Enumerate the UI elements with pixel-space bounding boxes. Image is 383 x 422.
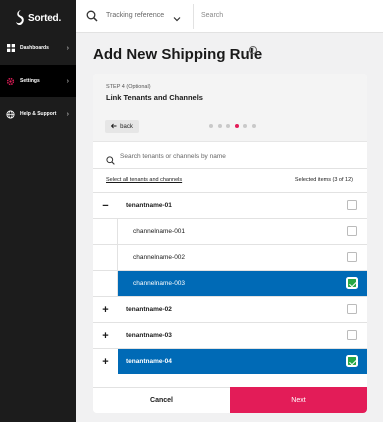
- wizard-header: STEP 4 (Optional) Link Tenants and Chann…: [93, 74, 367, 142]
- sorted-logo-icon: [16, 10, 24, 26]
- channel-row-selected[interactable]: channelname-003: [93, 270, 367, 296]
- step-label: STEP 4 (Optional): [106, 84, 151, 90]
- step-title: Link Tenants and Channels: [106, 93, 203, 102]
- step-progress: [209, 124, 260, 128]
- row-checkbox-checked[interactable]: [347, 278, 357, 288]
- tenant-label: tenantname-03: [126, 332, 172, 339]
- expand-toggle[interactable]: +: [93, 297, 118, 322]
- dashboard-icon: [6, 44, 15, 53]
- back-button[interactable]: back: [105, 120, 139, 133]
- info-icon[interactable]: i: [249, 46, 257, 54]
- row-checkbox[interactable]: [347, 330, 357, 340]
- channel-row[interactable]: channelname-002: [93, 244, 367, 270]
- page-title: Add New Shipping Rule: [93, 46, 263, 63]
- divider: [193, 4, 194, 29]
- chevron-right-icon: ›: [66, 44, 69, 52]
- step-dot: [217, 124, 222, 128]
- step-dot: [226, 124, 230, 128]
- expand-toggle[interactable]: +: [93, 323, 118, 348]
- tenant-search-input[interactable]: Search tenants or channels by name: [93, 144, 367, 169]
- row-checkbox-checked[interactable]: [347, 356, 357, 366]
- step-dot-current: [234, 124, 239, 128]
- sidebar-item-label: Dashboards: [20, 45, 49, 51]
- search-icon: [106, 152, 115, 170]
- row-checkbox[interactable]: [347, 252, 357, 262]
- step-dot: [251, 124, 256, 128]
- top-bar: Tracking reference Search: [76, 0, 383, 33]
- tenant-label: tenantname-02: [126, 306, 172, 313]
- channel-label: channelname-002: [133, 254, 186, 261]
- sidebar-item-settings[interactable]: Settings ›: [0, 65, 76, 97]
- row-checkbox[interactable]: [347, 200, 357, 210]
- chevron-right-icon: ›: [66, 110, 69, 118]
- tenant-row[interactable]: + tenantname-02: [93, 296, 367, 322]
- sorted-logo[interactable]: Sorted.: [15, 8, 61, 28]
- select-all-link[interactable]: Select all tenants and channels: [106, 177, 182, 183]
- sidebar-item-label: Help & Support: [20, 111, 57, 117]
- global-search-input[interactable]: Search: [201, 12, 223, 19]
- channel-row[interactable]: channelname-001: [93, 218, 367, 244]
- arrow-left-icon: [111, 123, 117, 131]
- step-dot: [243, 124, 247, 128]
- logo-text: Sorted.: [28, 12, 62, 24]
- tenant-row[interactable]: − tenantname-01: [93, 192, 367, 218]
- tenant-row[interactable]: + tenantname-03: [93, 322, 367, 348]
- selected-count: Selected items (3 of 12): [294, 177, 353, 183]
- row-checkbox[interactable]: [347, 226, 357, 236]
- tenant-row-selected[interactable]: + tenantname-04: [93, 348, 367, 374]
- row-checkbox[interactable]: [347, 304, 357, 314]
- channel-label: channelname-003: [133, 280, 186, 287]
- tracking-reference-select[interactable]: Tracking reference: [106, 12, 164, 19]
- expand-toggle[interactable]: +: [93, 349, 118, 374]
- wizard-footer: Cancel Next: [93, 387, 367, 413]
- sidebar-item-help-support[interactable]: Help & Support ›: [0, 98, 76, 130]
- row-indent: [93, 219, 118, 244]
- back-label: back: [120, 123, 133, 130]
- gear-icon: [6, 77, 15, 86]
- chevron-right-icon: ›: [66, 77, 69, 85]
- channel-label: channelname-001: [133, 228, 186, 235]
- cancel-button[interactable]: Cancel: [93, 387, 230, 413]
- search-placeholder: Search tenants or channels by name: [120, 153, 226, 160]
- sidebar: Sorted. Dashboards › Settings › Help & S…: [0, 0, 76, 422]
- row-indent: [93, 245, 118, 270]
- sidebar-item-dashboards[interactable]: Dashboards ›: [0, 32, 76, 64]
- next-button[interactable]: Next: [230, 387, 367, 413]
- row-indent: [93, 271, 118, 296]
- globe-icon: [6, 109, 15, 119]
- wizard-card: STEP 4 (Optional) Link Tenants and Chann…: [93, 74, 367, 413]
- sidebar-item-label: Settings: [20, 78, 40, 84]
- step-dot: [209, 124, 213, 128]
- chevron-down-icon[interactable]: [173, 10, 181, 28]
- search-icon: [86, 9, 98, 27]
- collapse-toggle[interactable]: −: [93, 193, 118, 218]
- tenant-label: tenantname-01: [126, 202, 172, 209]
- tenant-label: tenantname-04: [126, 358, 172, 365]
